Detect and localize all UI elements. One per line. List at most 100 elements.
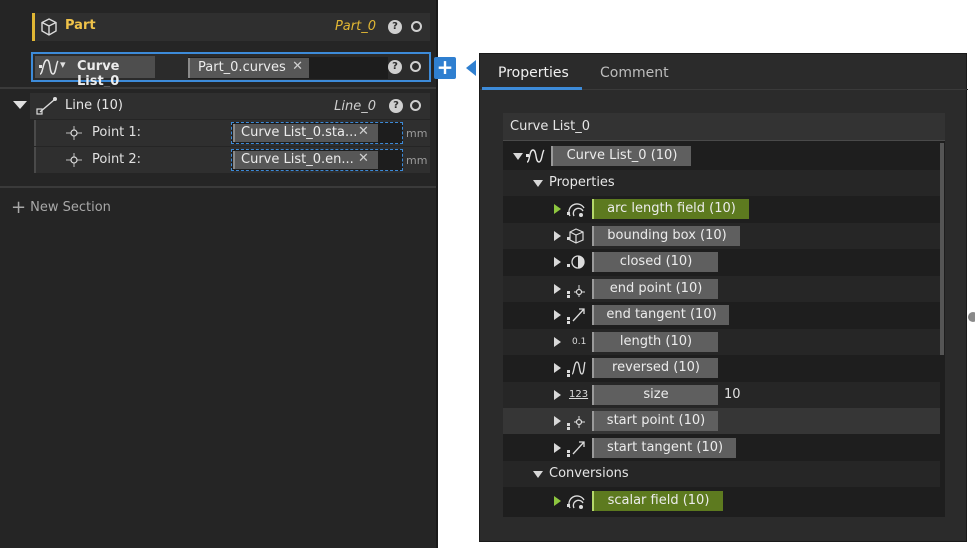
output-row-start-tangent[interactable]: start tangent (10) — [503, 435, 940, 461]
popup-pointer-icon — [466, 60, 476, 76]
new-section-label: New Section — [30, 200, 111, 215]
expand-triangle-icon[interactable] — [554, 363, 561, 373]
expand-triangle-icon[interactable] — [554, 257, 561, 267]
remove-icon[interactable]: ✕ — [358, 151, 369, 166]
collapse-triangle-icon[interactable] — [533, 471, 543, 478]
point-2-input-field[interactable]: Curve List_0.en... ✕ — [231, 149, 403, 171]
input-tag[interactable]: Curve List_0.sta... — [233, 124, 378, 142]
output-row-arc-length-field[interactable]: arc length field (10) — [503, 196, 940, 222]
scalar-field-icon — [566, 492, 586, 510]
curve-list-chip[interactable]: ▾ Curve List_0 — [35, 56, 155, 89]
output-pill[interactable]: reversed (10) — [592, 358, 718, 378]
expand-triangle-icon[interactable] — [554, 284, 561, 294]
help-icon[interactable]: ? — [389, 99, 403, 113]
line-row[interactable]: Line (10) Line_0 ? — [30, 93, 430, 119]
cube-icon — [39, 17, 59, 37]
tree-root-row[interactable]: Curve List_0 (10) — [503, 143, 940, 169]
output-pill[interactable]: start tangent (10) — [592, 438, 736, 458]
tab-comment[interactable]: Comment — [600, 65, 669, 81]
output-pill[interactable]: arc length field (10) — [592, 199, 749, 219]
tree-root-pill[interactable]: Curve List_0 (10) — [551, 146, 691, 166]
point-2-row[interactable]: Point 2: Curve List_0.en... ✕ mm — [34, 147, 430, 173]
expand-triangle-icon[interactable] — [554, 231, 561, 241]
point-icon — [66, 126, 82, 140]
output-pill[interactable]: end point (10) — [592, 279, 718, 299]
size-icon: 123 — [566, 386, 589, 404]
output-row-scalar-field[interactable]: scalar field (10) — [503, 488, 940, 514]
tree-title: Curve List_0 — [510, 119, 590, 134]
remove-icon[interactable]: ✕ — [358, 124, 369, 139]
collapse-triangle-icon[interactable] — [13, 101, 27, 109]
output-row-size[interactable]: 123 size 10 — [503, 382, 940, 408]
new-section-button[interactable]: + New Section — [11, 197, 111, 218]
outputs-popup: Properties Comment Curve List_0 Curve Li… — [479, 53, 968, 542]
point-2-label: Point 2: — [92, 152, 142, 167]
line-output-name[interactable]: Line_0 — [334, 99, 376, 114]
start-point-icon — [566, 412, 586, 430]
reversed-icon — [566, 359, 586, 377]
tab-properties[interactable]: Properties — [498, 65, 569, 81]
output-pill[interactable]: end tangent (10) — [592, 305, 729, 325]
output-socket-icon[interactable] — [410, 61, 421, 72]
expand-triangle-icon[interactable] — [554, 496, 561, 506]
input-tag[interactable]: Part_0.curves ✕ — [188, 58, 309, 78]
bounding-box-icon — [566, 227, 586, 245]
output-row-end-point[interactable]: end point (10) — [503, 276, 940, 302]
output-pill[interactable]: length (10) — [592, 332, 718, 352]
collapse-triangle-icon[interactable] — [513, 153, 523, 160]
section-label: Properties — [549, 175, 615, 190]
point-1-row[interactable]: Point 1: Curve List_0.sta... ✕ mm — [34, 120, 430, 146]
output-pill[interactable]: size — [592, 385, 718, 405]
help-icon[interactable]: ? — [388, 60, 402, 74]
output-row-start-point[interactable]: start point (10) — [503, 408, 940, 434]
arc-length-field-icon — [566, 200, 586, 218]
curve-list-input-field[interactable]: Part_0.curves ✕ — [188, 57, 388, 79]
tree-title-bar: Curve List_0 — [503, 113, 945, 141]
section-properties-row[interactable]: Properties — [503, 170, 940, 196]
divider — [0, 186, 436, 188]
closed-icon — [566, 253, 586, 271]
point-1-input-field[interactable]: Curve List_0.sta... ✕ — [231, 122, 403, 144]
expand-triangle-icon[interactable] — [554, 443, 561, 453]
output-pill[interactable]: scalar field (10) — [592, 491, 723, 511]
curve-icon — [525, 147, 545, 165]
length-icon: 0.1 — [566, 333, 586, 351]
connector-dot-icon[interactable] — [968, 312, 975, 322]
expand-triangle-icon[interactable] — [554, 204, 561, 214]
output-row-bounding-box[interactable]: bounding box (10) — [503, 223, 940, 249]
input-tag-label: Curve List_0.en... — [241, 152, 354, 167]
output-row-end-tangent[interactable]: end tangent (10) — [503, 302, 940, 328]
output-pill[interactable]: bounding box (10) — [592, 226, 740, 246]
popup-tabs: Properties Comment — [480, 54, 968, 90]
output-socket-icon[interactable] — [411, 21, 422, 32]
output-row-reversed[interactable]: reversed (10) — [503, 355, 940, 381]
curve-list-row[interactable]: ▾ Curve List_0 Part_0.curves ✕ ? — [31, 52, 431, 89]
scrollbar[interactable] — [940, 143, 944, 355]
collapse-triangle-icon[interactable] — [533, 180, 543, 187]
expand-triangle-icon[interactable] — [554, 416, 561, 426]
output-row-length[interactable]: 0.1 length (10) — [503, 329, 940, 355]
remove-icon[interactable]: ✕ — [292, 59, 303, 74]
add-output-button[interactable]: + — [434, 57, 456, 79]
expand-triangle-icon[interactable] — [554, 310, 561, 320]
plus-icon: + — [11, 197, 27, 218]
part-output-name[interactable]: Part_0 — [335, 19, 376, 34]
expand-triangle-icon[interactable] — [554, 390, 561, 400]
line-label: Line (10) — [65, 98, 123, 113]
size-value: 10 — [724, 387, 741, 402]
output-row-closed[interactable]: closed (10) — [503, 249, 940, 275]
help-icon[interactable]: ? — [388, 20, 402, 34]
input-tag[interactable]: Curve List_0.en... — [233, 151, 378, 169]
output-pill[interactable]: closed (10) — [592, 252, 718, 272]
output-socket-icon[interactable] — [410, 100, 421, 111]
expand-triangle-icon[interactable] — [554, 337, 561, 347]
panel-divider[interactable] — [436, 0, 438, 548]
chevron-down-icon[interactable]: ▾ — [60, 58, 66, 71]
output-tree: Curve List_0 Curve List_0 (10) Propertie… — [503, 113, 945, 517]
section-conversions-row[interactable]: Conversions — [503, 461, 940, 487]
part-row[interactable]: Part Part_0 ? — [32, 13, 430, 41]
line-icon — [35, 96, 59, 120]
output-pill[interactable]: start point (10) — [592, 411, 718, 431]
size-icon-text: 123 — [569, 389, 589, 400]
input-tag-label: Curve List_0.sta... — [241, 125, 358, 140]
